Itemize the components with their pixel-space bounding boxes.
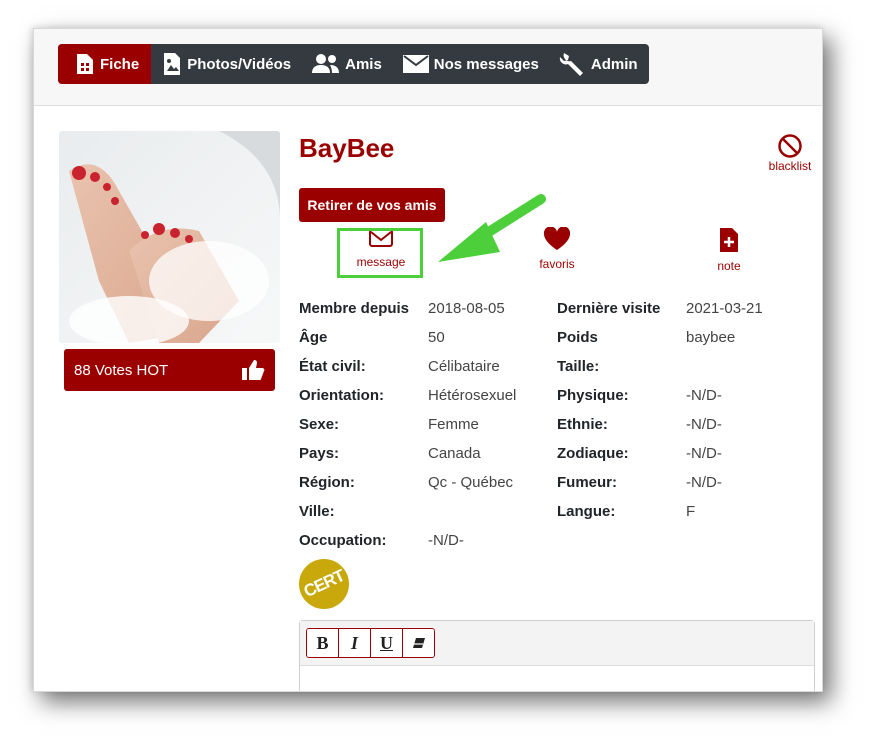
info-label: Physique: (557, 387, 629, 404)
profile-card-icon (77, 54, 93, 74)
heart-icon (543, 226, 571, 250)
info-value: 50 (428, 329, 445, 346)
eraser-icon (412, 638, 425, 648)
thumbs-up-icon (242, 360, 265, 380)
format-button-group: B I U (306, 628, 435, 658)
info-value: -N/D- (686, 474, 722, 491)
favoris-label: favoris (539, 257, 575, 271)
info-label: Ethnie: (557, 416, 608, 433)
tab-photos-videos[interactable]: Photos/Vidéos (151, 44, 301, 84)
info-label: Pays: (299, 445, 340, 462)
votes-badge[interactable]: 88 Votes HOT (64, 349, 275, 391)
info-label: Zodiaque: (557, 445, 629, 462)
info-label: Occupation: (299, 532, 387, 549)
italic-button[interactable]: I (339, 629, 371, 657)
info-label: Taille: (557, 358, 600, 375)
note-action[interactable]: note (699, 227, 759, 273)
top-bar: Fiche Photos/Vidéos Amis Nos messages Ad… (34, 29, 822, 106)
blacklist-button[interactable]: blacklist (758, 133, 822, 173)
info-value: baybee (686, 329, 736, 346)
info-label: Dernière visite (557, 300, 661, 317)
tab-label: Admin (590, 55, 638, 73)
info-value: Canada (428, 445, 481, 462)
tab-amis[interactable]: Amis (301, 44, 392, 84)
info-value: Femme (428, 416, 479, 433)
info-label: Orientation: (299, 387, 384, 404)
info-label: Ville: (299, 503, 335, 520)
envelope-icon (402, 55, 429, 73)
blacklist-icon (778, 134, 802, 158)
info-value: F (686, 503, 696, 520)
photo-icon (164, 53, 181, 75)
tab-nos-messages[interactable]: Nos messages (392, 44, 549, 84)
tab-label: Nos messages (433, 55, 539, 73)
tab-nav: Fiche Photos/Vidéos Amis Nos messages Ad… (58, 44, 649, 84)
bold-button[interactable]: B (307, 629, 339, 657)
friends-icon (312, 54, 340, 73)
profile-name: BayBee (299, 133, 395, 163)
profile-photo-image (59, 131, 280, 343)
cert-label: CERT (300, 566, 347, 602)
tab-label: Fiche (100, 55, 140, 73)
info-value: 2018-08-05 (428, 300, 505, 317)
info-value: Hétérosexuel (428, 387, 517, 404)
info-label: Membre depuis (299, 300, 410, 317)
info-value: -N/D- (686, 445, 722, 462)
info-label: Poids (557, 329, 598, 346)
info-label: Langue: (557, 503, 616, 520)
info-label: Âge (299, 329, 328, 346)
note-label: note (717, 259, 741, 273)
file-plus-icon (720, 228, 738, 252)
tab-label: Amis (345, 55, 382, 73)
tab-fiche[interactable]: Fiche (58, 44, 152, 84)
wrench-icon (559, 53, 583, 76)
profile-photo[interactable] (59, 131, 280, 343)
info-value: 2021-03-21 (686, 300, 763, 317)
info-value: -N/D- (686, 416, 722, 433)
info-value: -N/D- (428, 532, 464, 549)
tab-label: Photos/Vidéos (187, 55, 292, 73)
info-value: -N/D- (686, 387, 722, 404)
tab-admin[interactable]: Admin (549, 44, 648, 84)
info-label: État civil: (299, 358, 366, 375)
profile-window: Fiche Photos/Vidéos Amis Nos messages Ad… (33, 28, 823, 692)
message-highlight-box (337, 228, 423, 278)
info-label: Sexe: (299, 416, 340, 433)
eraser-button[interactable] (403, 629, 434, 657)
info-label: Fumeur: (557, 474, 617, 491)
info-label: Région: (299, 474, 355, 491)
editor-toolbar: B I U (300, 621, 814, 666)
remove-friend-button[interactable]: Retirer de vos amis (299, 188, 445, 222)
info-value: Qc - Québec (428, 474, 514, 491)
underline-button[interactable]: U (371, 629, 403, 657)
cert-badge: CERT (299, 559, 349, 609)
votes-count: 88 Votes HOT (74, 361, 169, 379)
text-editor[interactable]: B I U (299, 620, 815, 691)
favoris-action[interactable]: favoris (527, 226, 587, 271)
blacklist-label: blacklist (768, 159, 812, 173)
info-value: Célibataire (428, 358, 500, 375)
